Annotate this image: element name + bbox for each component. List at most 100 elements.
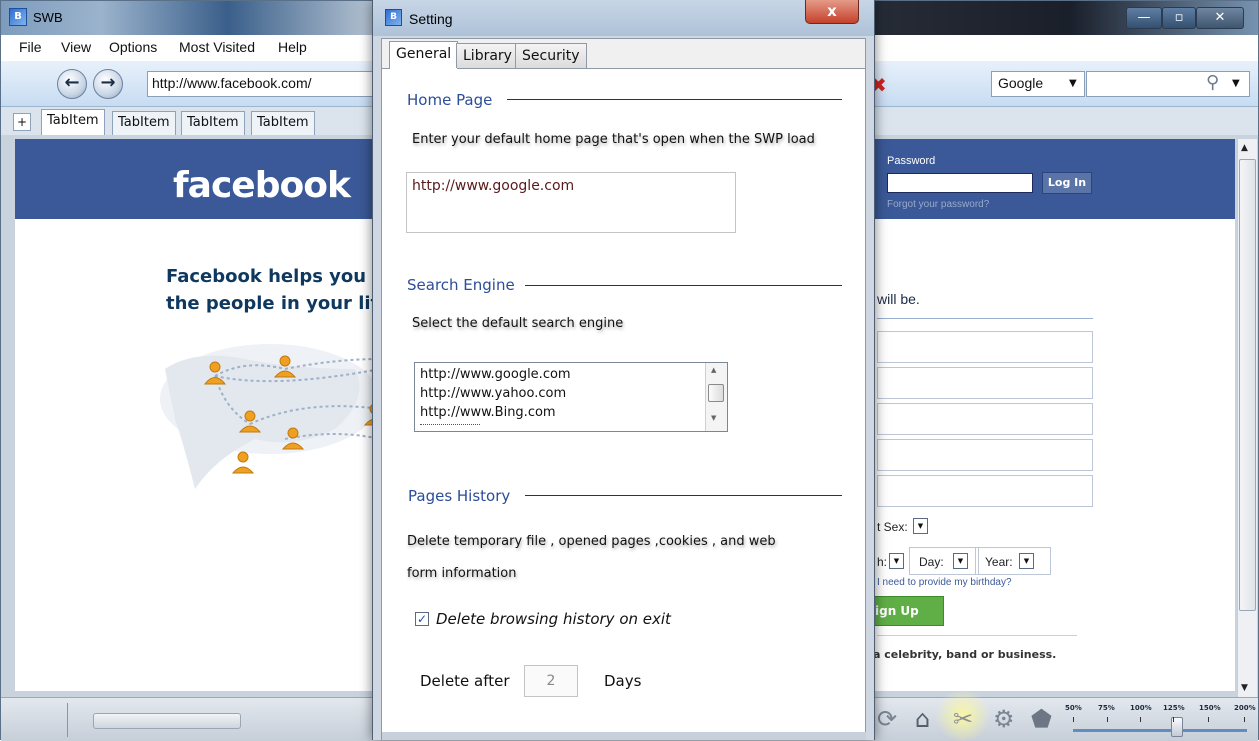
window-title: SWB xyxy=(33,10,63,25)
scroll-up-icon[interactable]: ▲ xyxy=(711,366,716,374)
zoom-tick xyxy=(1173,717,1174,722)
section-divider xyxy=(525,285,842,286)
settings-tools-icon[interactable]: ✂ xyxy=(953,705,973,733)
tab-item[interactable]: TabItem xyxy=(112,111,176,135)
section-divider xyxy=(507,99,842,100)
day-label: Day: xyxy=(919,555,944,569)
add-tab-button[interactable]: + xyxy=(13,113,31,131)
menu-options[interactable]: Options xyxy=(109,39,157,55)
dialog-title: Setting xyxy=(409,11,453,27)
search-input[interactable] xyxy=(1086,71,1250,97)
delete-after-label: Delete after xyxy=(420,672,510,690)
tab-item[interactable]: TabItem xyxy=(41,109,105,135)
search-engine-label: Google xyxy=(998,75,1044,91)
zoom-tick xyxy=(1073,717,1074,722)
reenter-email-field[interactable] xyxy=(877,439,1093,471)
menu-most-visited[interactable]: Most Visited xyxy=(179,39,255,55)
list-item-cut-off xyxy=(420,424,480,430)
pages-history-description-line2: form information xyxy=(407,566,517,581)
delete-history-checkbox[interactable]: ✓ xyxy=(415,612,429,626)
zoom-tick xyxy=(1208,717,1209,722)
menu-view[interactable]: View xyxy=(61,39,91,55)
month-select[interactable]: ▼ xyxy=(889,553,904,569)
forgot-password-link[interactable]: Forgot your password? xyxy=(887,199,989,210)
last-name-field[interactable] xyxy=(877,367,1093,399)
address-text: http://www.facebook.com/ xyxy=(152,75,312,91)
zoom-label: 150% xyxy=(1199,704,1221,712)
first-name-field[interactable] xyxy=(877,331,1093,363)
signup-button[interactable]: ign Up xyxy=(864,596,944,626)
zoom-tick xyxy=(1107,717,1108,722)
close-icon[interactable]: x xyxy=(805,0,859,24)
list-item[interactable]: http://www.yahoo.com xyxy=(420,386,566,401)
chevron-down-icon[interactable]: ▼ xyxy=(1232,78,1240,89)
forward-arrow-icon[interactable]: → xyxy=(93,69,123,99)
zoom-label: 75% xyxy=(1098,704,1115,712)
signup-intro-text: will be. xyxy=(877,291,920,307)
search-engine-list[interactable]: http://www.google.com http://www.yahoo.c… xyxy=(414,362,728,432)
divider xyxy=(877,318,1093,319)
chevron-down-icon: ▼ xyxy=(1069,78,1077,89)
section-divider xyxy=(525,495,842,496)
scroll-down-icon[interactable]: ▼ xyxy=(1241,683,1248,693)
scroll-down-icon[interactable]: ▼ xyxy=(711,414,716,422)
email-field[interactable] xyxy=(877,403,1093,435)
tagline-line1: Facebook helps you c xyxy=(166,266,384,287)
zoom-tick xyxy=(1140,717,1141,722)
menu-file[interactable]: File xyxy=(19,39,42,55)
minimize-button[interactable]: — xyxy=(1126,7,1162,29)
bookmark-icon[interactable]: ⬟ xyxy=(1031,705,1052,733)
create-page-link[interactable]: a celebrity, band or business. xyxy=(873,648,1056,661)
zoom-label: 125% xyxy=(1163,704,1185,712)
year-label: Year: xyxy=(985,555,1013,569)
home-icon[interactable]: ⌂ xyxy=(915,705,930,733)
close-window-button[interactable]: ✕ xyxy=(1196,7,1244,29)
login-button[interactable]: Log In xyxy=(1042,172,1092,194)
gear-icon[interactable]: ⚙ xyxy=(993,705,1015,733)
home-page-description: Enter your default home page that's open… xyxy=(412,132,815,147)
sex-select[interactable]: ▼ xyxy=(913,518,928,534)
list-item[interactable]: http://www.google.com xyxy=(420,367,571,382)
search-engine-heading: Search Engine xyxy=(407,276,515,294)
refresh-icon[interactable]: ⟳ xyxy=(877,705,897,733)
menu-help[interactable]: Help xyxy=(278,39,307,55)
zoom-tick xyxy=(1244,717,1245,722)
delete-history-label[interactable]: Delete browsing history on exit xyxy=(436,610,671,628)
year-select[interactable]: ▼ xyxy=(1019,553,1034,569)
search-engine-description: Select the default search engine xyxy=(412,316,624,331)
zoom-label: 50% xyxy=(1065,704,1082,712)
days-label: Days xyxy=(604,672,642,690)
pages-history-heading: Pages History xyxy=(408,487,511,505)
search-icon[interactable]: ⚲ xyxy=(1206,72,1219,93)
tab-library[interactable]: Library xyxy=(456,43,519,68)
tab-security[interactable]: Security xyxy=(515,43,587,68)
status-separator xyxy=(67,703,68,737)
facebook-tagline: Facebook helps you c the people in your … xyxy=(166,263,396,317)
sex-label: t Sex: xyxy=(877,520,908,534)
birthday-help-link[interactable]: I need to provide my birthday? xyxy=(877,577,1012,588)
day-select[interactable]: ▼ xyxy=(953,553,968,569)
password-field[interactable] xyxy=(887,173,1033,193)
home-page-value: http://www.google.com xyxy=(412,178,575,194)
list-scrollbar-thumb[interactable] xyxy=(708,384,724,402)
back-arrow-icon[interactable]: ← xyxy=(57,69,87,99)
facebook-logo[interactable]: facebook xyxy=(173,165,351,206)
scroll-up-icon[interactable]: ▲ xyxy=(1241,143,1248,153)
scrollbar-thumb[interactable] xyxy=(1239,159,1256,611)
month-label: h: xyxy=(877,555,888,569)
dialog-bottom-edge xyxy=(382,732,866,740)
loading-progress-bar xyxy=(93,713,241,729)
zoom-label: 200% xyxy=(1234,704,1256,712)
new-password-field[interactable] xyxy=(877,475,1093,507)
app-icon: B xyxy=(9,8,27,26)
list-item[interactable]: http://www.Bing.com xyxy=(420,405,556,420)
password-label: Password xyxy=(887,155,936,167)
days-input[interactable]: 2 xyxy=(524,665,578,697)
tab-item[interactable]: TabItem xyxy=(181,111,245,135)
divider xyxy=(877,635,1077,636)
tab-general[interactable]: General xyxy=(389,41,459,69)
zoom-slider-track[interactable] xyxy=(1073,729,1247,732)
world-map-illustration xyxy=(160,344,385,489)
tab-item[interactable]: TabItem xyxy=(251,111,315,135)
maximize-button[interactable]: ▫ xyxy=(1162,7,1196,29)
